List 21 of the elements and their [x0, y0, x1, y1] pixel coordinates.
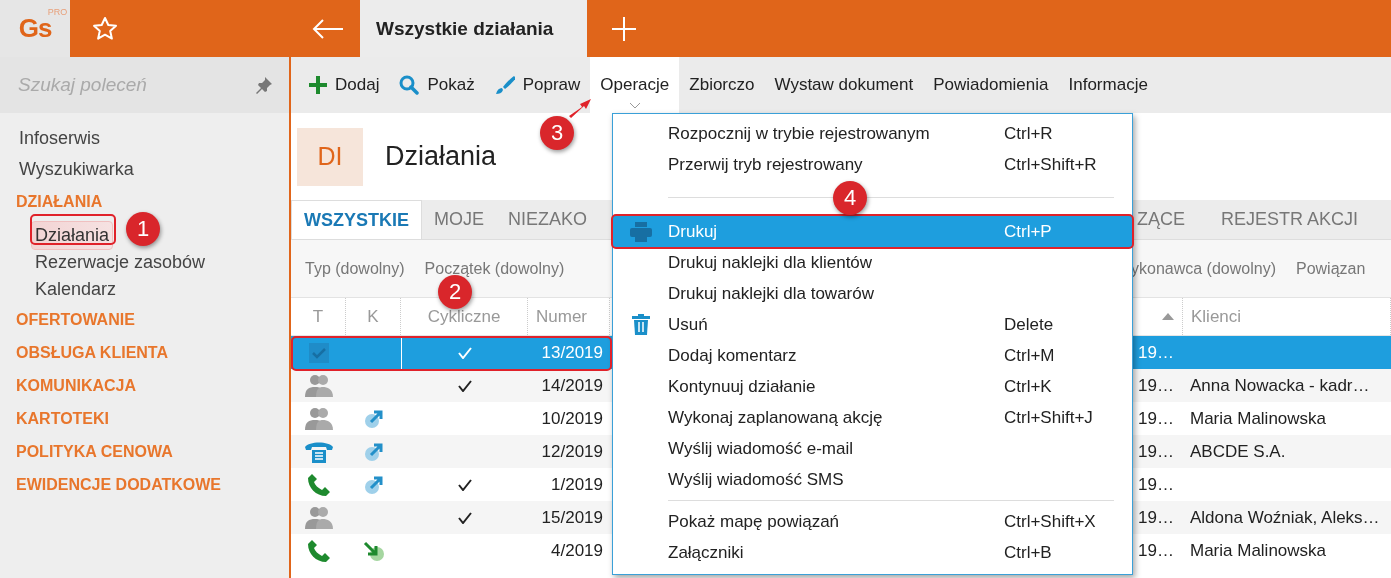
- table-cell: 19…: [1138, 474, 1174, 495]
- table-cell: Aldona Woźniak, Aleks…: [1190, 507, 1380, 528]
- page-title: Działania: [385, 141, 497, 172]
- table-cell: 19…: [1138, 342, 1174, 363]
- table-cell: 10/2019: [541, 408, 603, 429]
- table-cell: 19…: [1138, 540, 1174, 561]
- table-cell: 19…: [1138, 408, 1174, 429]
- table-cell: Anna Nowacka - kadr…: [1190, 375, 1370, 396]
- table-cell: 15/2019: [541, 507, 603, 528]
- table-cell: 1/2019: [551, 474, 603, 495]
- table-cell: 13/2019: [541, 342, 603, 363]
- table-cell: 19…: [1138, 507, 1174, 528]
- module-code: DI: [297, 127, 363, 186]
- table-cell: Maria Malinowska: [1190, 540, 1327, 561]
- table-cell: ABCDE S.A.: [1190, 441, 1286, 462]
- table-cell: Maria Malinowska: [1190, 408, 1327, 429]
- table-cell: 19…: [1138, 441, 1174, 462]
- table-cell: 4/2019: [551, 540, 603, 561]
- table-cell: 12/2019: [541, 441, 603, 462]
- table-cell: 14/2019: [541, 375, 603, 396]
- table-cell: 19…: [1138, 375, 1174, 396]
